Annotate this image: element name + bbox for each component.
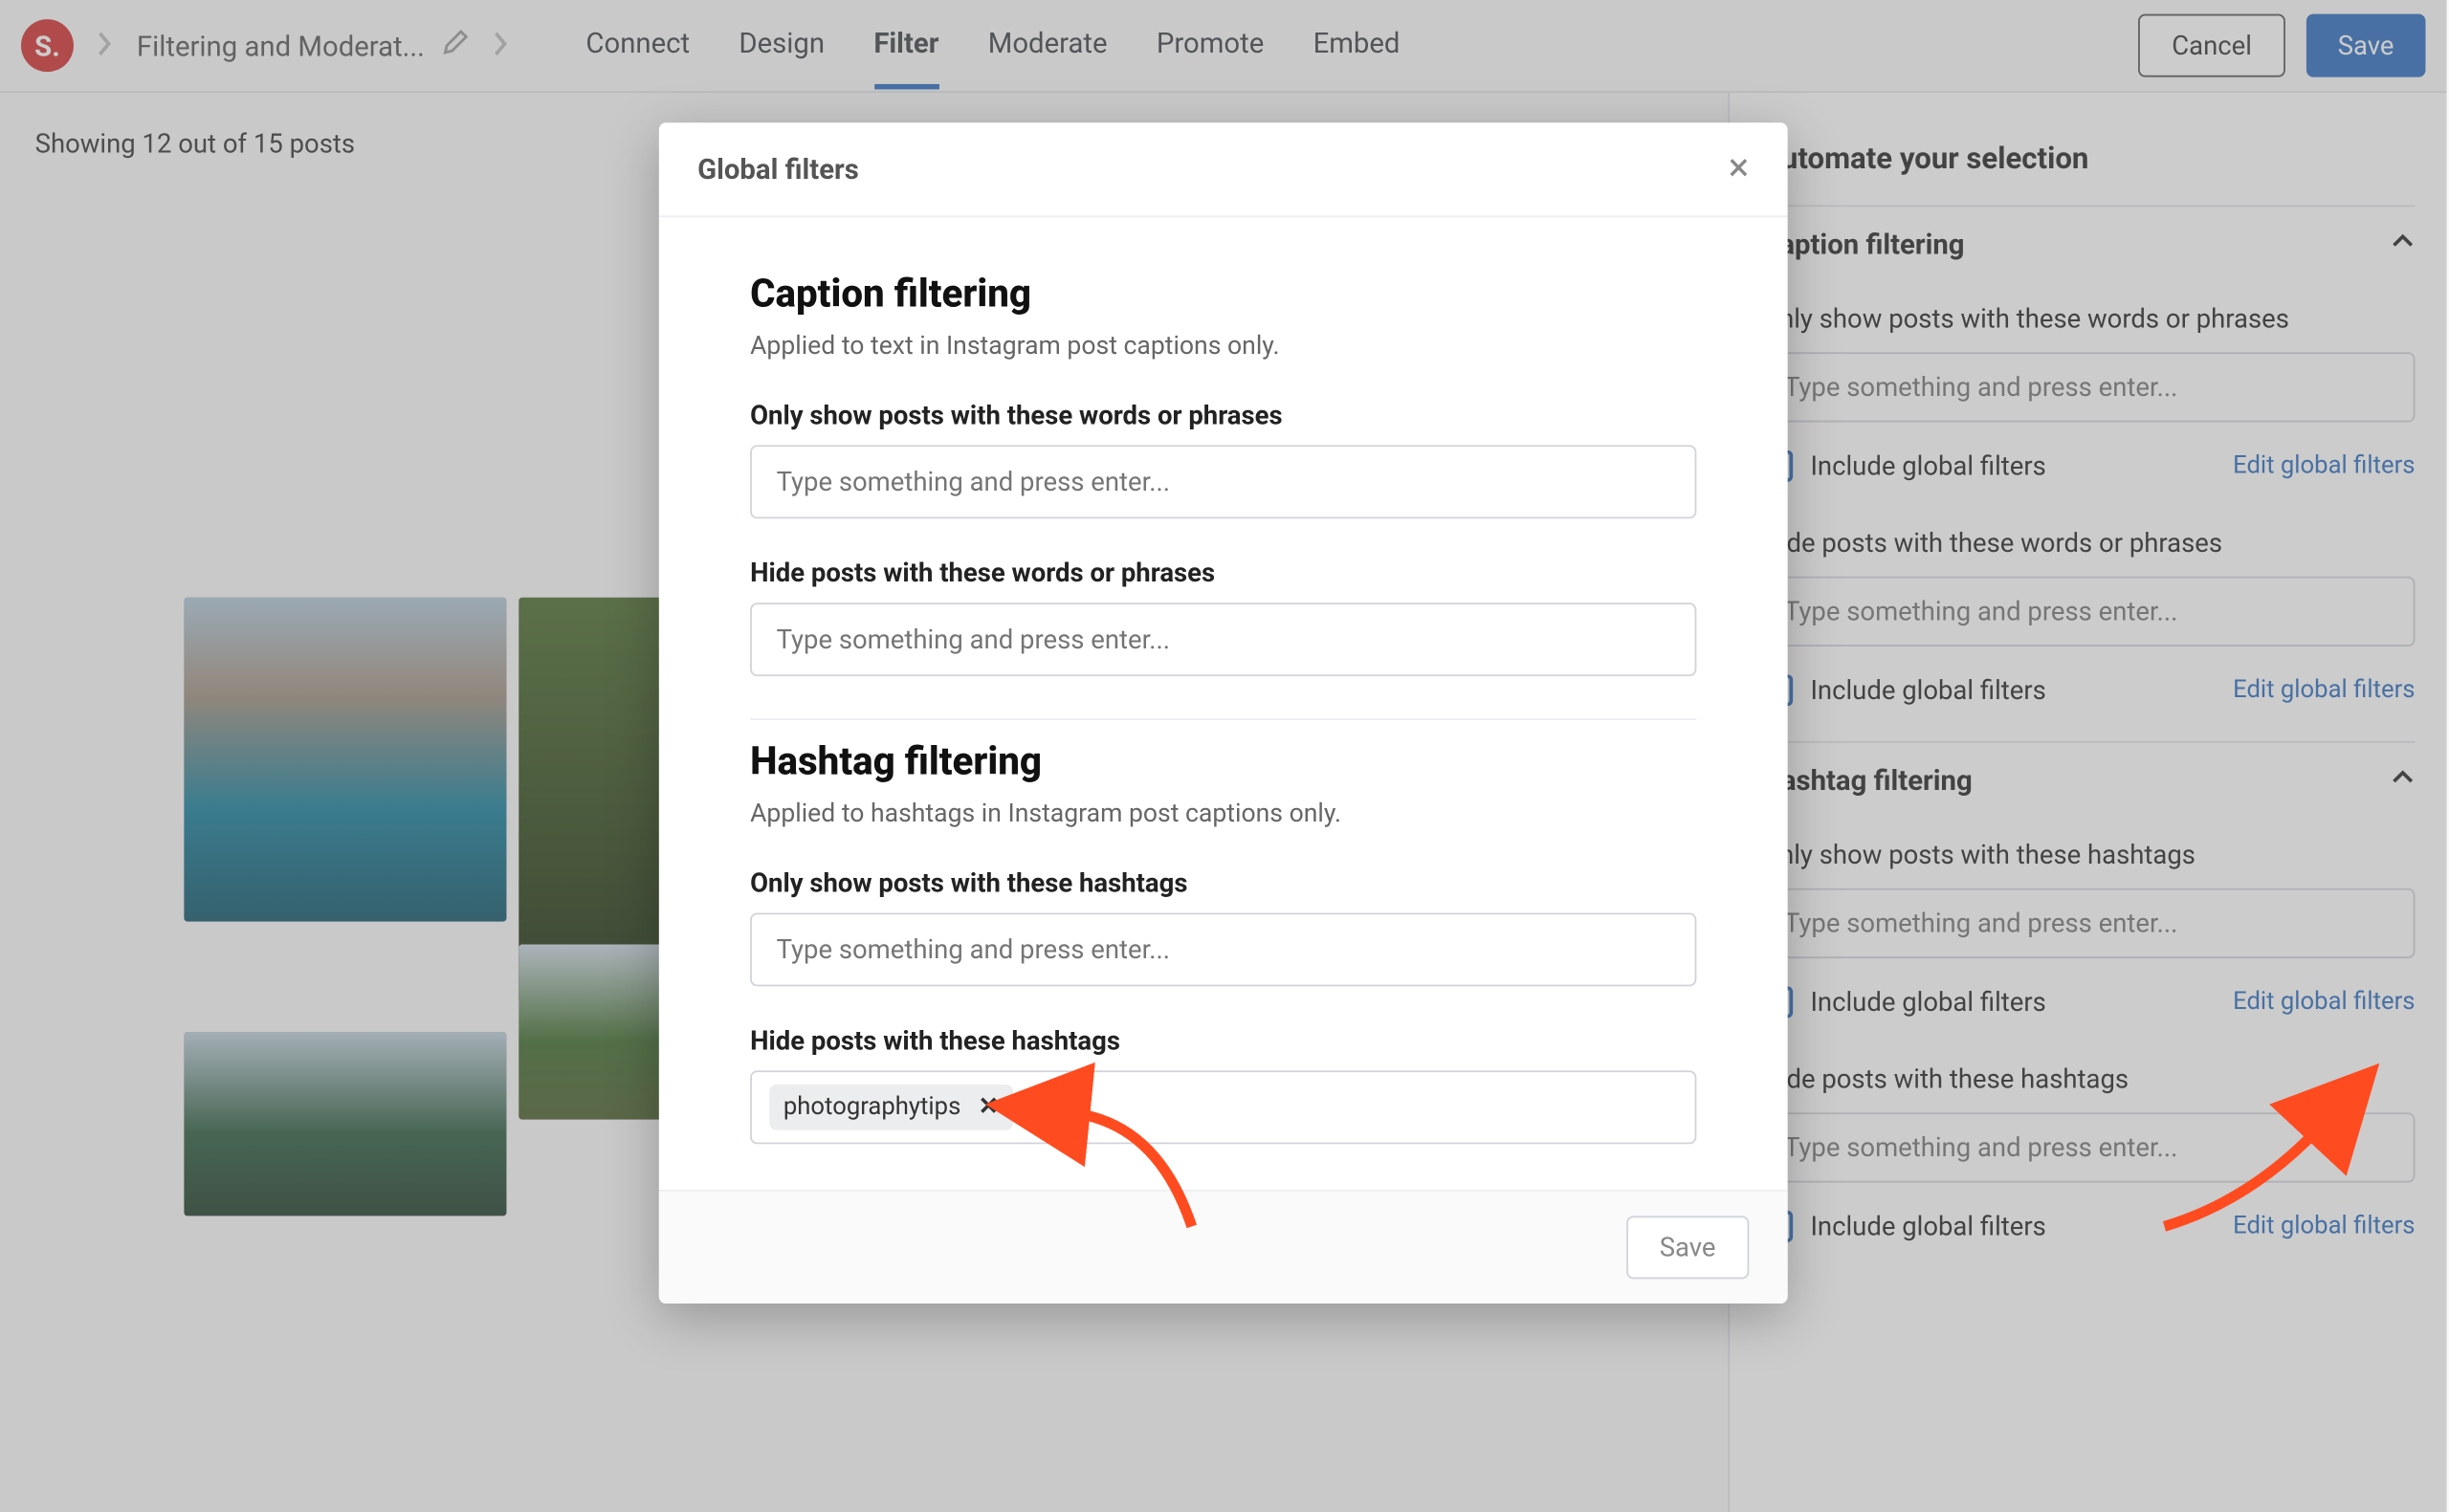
global-filters-modal: Global filters × Caption filtering Appli… [659,122,1788,1304]
modal-caption-hide-label: Hide posts with these words or phrases [750,558,1696,589]
modal-save-button[interactable]: Save [1626,1216,1749,1279]
modal-caption-header: Caption filtering [750,274,1696,318]
modal-hashtag-only-label: Only show posts with these hashtags [750,867,1696,899]
modal-caption-only-input[interactable] [750,445,1696,518]
modal-hashtag-hide-input[interactable]: photographytips ✕ [750,1070,1696,1144]
remove-chip-icon[interactable]: ✕ [979,1093,999,1121]
modal-caption-only-label: Only show posts with these words or phra… [750,400,1696,431]
modal-overlay[interactable]: Global filters × Caption filtering Appli… [0,0,2446,1512]
close-icon[interactable]: × [1729,147,1750,191]
modal-hashtag-hide-label: Hide posts with these hashtags [750,1025,1696,1057]
modal-caption-hide-input[interactable] [750,603,1696,676]
modal-hashtag-desc: Applied to hashtags in Instagram post ca… [750,799,1696,828]
annotation-arrow [2155,1104,2349,1251]
hashtag-chip-label: photographytips [783,1093,960,1121]
hashtag-chip: photographytips ✕ [769,1085,1013,1130]
modal-title: Global filters [697,152,859,186]
modal-hashtag-header: Hashtag filtering [750,741,1696,785]
app-root: S. Filtering and Moderat... Connect Desi… [0,0,2446,1512]
modal-hashtag-only-input[interactable] [750,912,1696,986]
modal-caption-desc: Applied to text in Instagram post captio… [750,331,1696,361]
